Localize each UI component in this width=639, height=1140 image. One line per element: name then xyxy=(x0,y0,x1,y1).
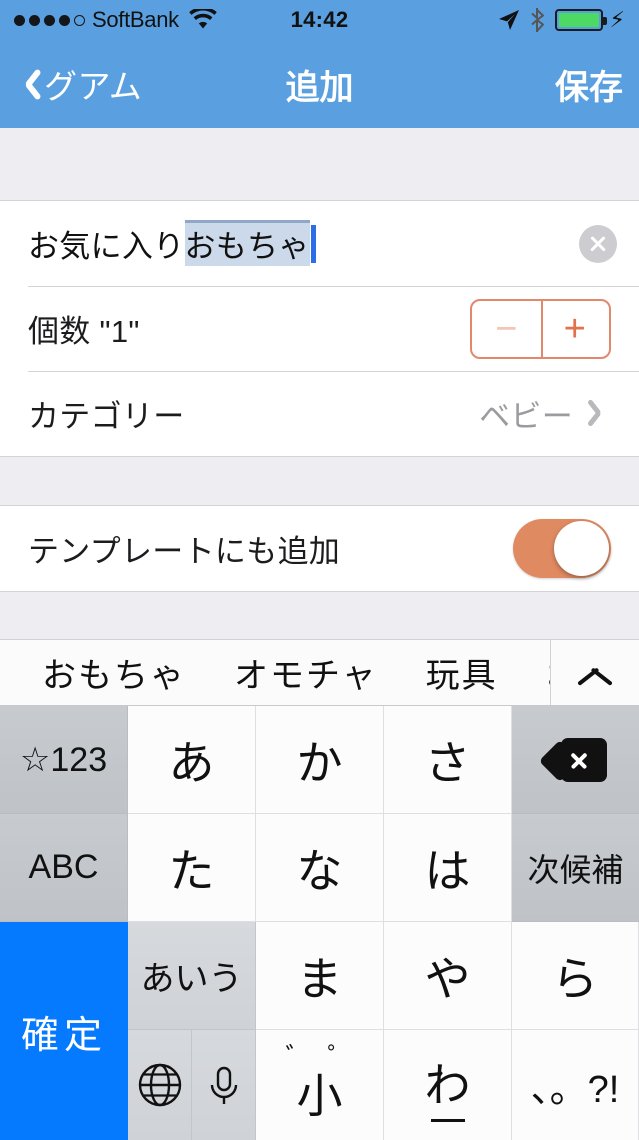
navigation-bar: グアム 追加 保存 xyxy=(0,40,639,128)
key-delete[interactable] xyxy=(512,706,639,814)
quantity-increment-button[interactable]: + xyxy=(540,300,610,357)
toggle-knob xyxy=(554,521,609,576)
item-name-marked-text: おもちゃ xyxy=(184,221,310,266)
key-ka[interactable]: か xyxy=(256,706,384,814)
globe-key[interactable] xyxy=(128,1030,191,1140)
charging-bolt-icon: ⚡ xyxy=(609,7,625,32)
candidate-expand-button[interactable] xyxy=(550,640,639,705)
globe-icon xyxy=(136,1061,184,1109)
item-name-row[interactable]: お気に入り おもちゃ xyxy=(0,201,639,286)
quantity-row: 個数 "1" − + xyxy=(0,286,639,371)
form-section-template: テンプレートにも追加 xyxy=(0,505,639,592)
chevron-left-icon xyxy=(16,65,38,103)
back-button-label: グアム xyxy=(44,68,143,105)
save-button[interactable]: 保存 xyxy=(555,60,623,109)
category-label: カテゴリー xyxy=(28,399,185,434)
key-wa-label: わ xyxy=(424,1059,471,1111)
key-ra[interactable]: ら xyxy=(512,922,639,1030)
candidate-item[interactable]: お xyxy=(522,648,550,697)
template-row[interactable]: テンプレートにも追加 xyxy=(0,506,639,591)
key-symbols[interactable]: ☆123 xyxy=(0,706,128,814)
japanese-kana-keyboard: ☆123 あ か さ ABC た な は 次候補 あいう ま や ら 確定 ゛゜… xyxy=(0,706,639,1140)
key-ma[interactable]: ま xyxy=(256,922,384,1030)
key-small-dakuten[interactable]: ゛゜ 小 xyxy=(256,1030,384,1140)
quantity-label: 個数 "1" xyxy=(28,314,140,349)
item-name-input[interactable]: お気に入り おもちゃ xyxy=(28,221,316,266)
key-punctuation[interactable]: 、。?! xyxy=(512,1030,639,1140)
key-ha[interactable]: は xyxy=(384,814,512,922)
battery-icon xyxy=(554,9,607,31)
key-symbols-label: ☆123 xyxy=(19,740,108,779)
key-na[interactable]: な xyxy=(256,814,384,922)
app-screen: SoftBank 14:42 ⚡ グアム 追加 保存 お気に入り おもちゃ 個数… xyxy=(0,0,639,1140)
bluetooth-icon xyxy=(530,7,546,33)
candidate-item[interactable]: オモチャ xyxy=(210,648,402,697)
quantity-decrement-button[interactable]: − xyxy=(472,301,541,357)
text-caret xyxy=(310,224,316,263)
space-underline-icon xyxy=(430,1118,465,1122)
back-button[interactable]: グアム xyxy=(16,60,142,108)
section-gap-middle xyxy=(0,457,639,505)
section-gap-top xyxy=(0,128,639,200)
item-name-committed-text: お気に入り xyxy=(28,229,185,264)
status-bar: SoftBank 14:42 ⚡ xyxy=(0,0,639,40)
template-toggle[interactable] xyxy=(513,519,611,578)
key-wa-stack: わ xyxy=(384,1030,511,1140)
section-gap-bottom xyxy=(0,592,639,639)
chevron-up-icon xyxy=(574,661,616,685)
key-small-dakuten-stack: ゛゜ 小 xyxy=(256,1030,383,1140)
clear-circle-icon[interactable] xyxy=(579,224,617,263)
key-ya[interactable]: や xyxy=(384,922,512,1030)
key-a[interactable]: あ xyxy=(128,706,256,814)
ime-candidate-bar: おもちゃ オモチャ 玩具 お xyxy=(0,639,639,706)
category-value: ベビー xyxy=(479,399,573,434)
candidate-list: おもちゃ オモチャ 玩具 お xyxy=(0,640,550,705)
key-wa[interactable]: わ xyxy=(384,1030,512,1140)
location-arrow-icon xyxy=(497,8,521,32)
quantity-stepper[interactable]: − + xyxy=(470,298,611,359)
key-next-candidate[interactable]: 次候補 xyxy=(512,814,639,922)
status-bar-right: ⚡ xyxy=(497,7,625,33)
candidate-item[interactable]: おもちゃ xyxy=(18,648,210,697)
microphone-icon xyxy=(200,1061,248,1109)
key-globe-mic[interactable] xyxy=(128,1030,256,1140)
dakuten-marks: ゛゜ xyxy=(285,1042,370,1072)
chevron-right-icon xyxy=(591,397,611,431)
category-row[interactable]: カテゴリー ベビー xyxy=(0,371,639,456)
dictation-key[interactable] xyxy=(191,1030,255,1140)
template-label: テンプレートにも追加 xyxy=(28,534,341,569)
key-confirm[interactable]: 確定 xyxy=(0,922,128,1140)
candidate-item[interactable]: 玩具 xyxy=(402,648,522,697)
key-kana-mode[interactable]: あいう xyxy=(128,922,256,1030)
backspace-icon xyxy=(538,737,607,782)
form-section-main: お気に入り おもちゃ 個数 "1" − + カテゴリー ベビー xyxy=(0,200,639,457)
key-sa[interactable]: さ xyxy=(384,706,512,814)
key-ta[interactable]: た xyxy=(128,814,256,922)
key-abc[interactable]: ABC xyxy=(0,814,128,922)
